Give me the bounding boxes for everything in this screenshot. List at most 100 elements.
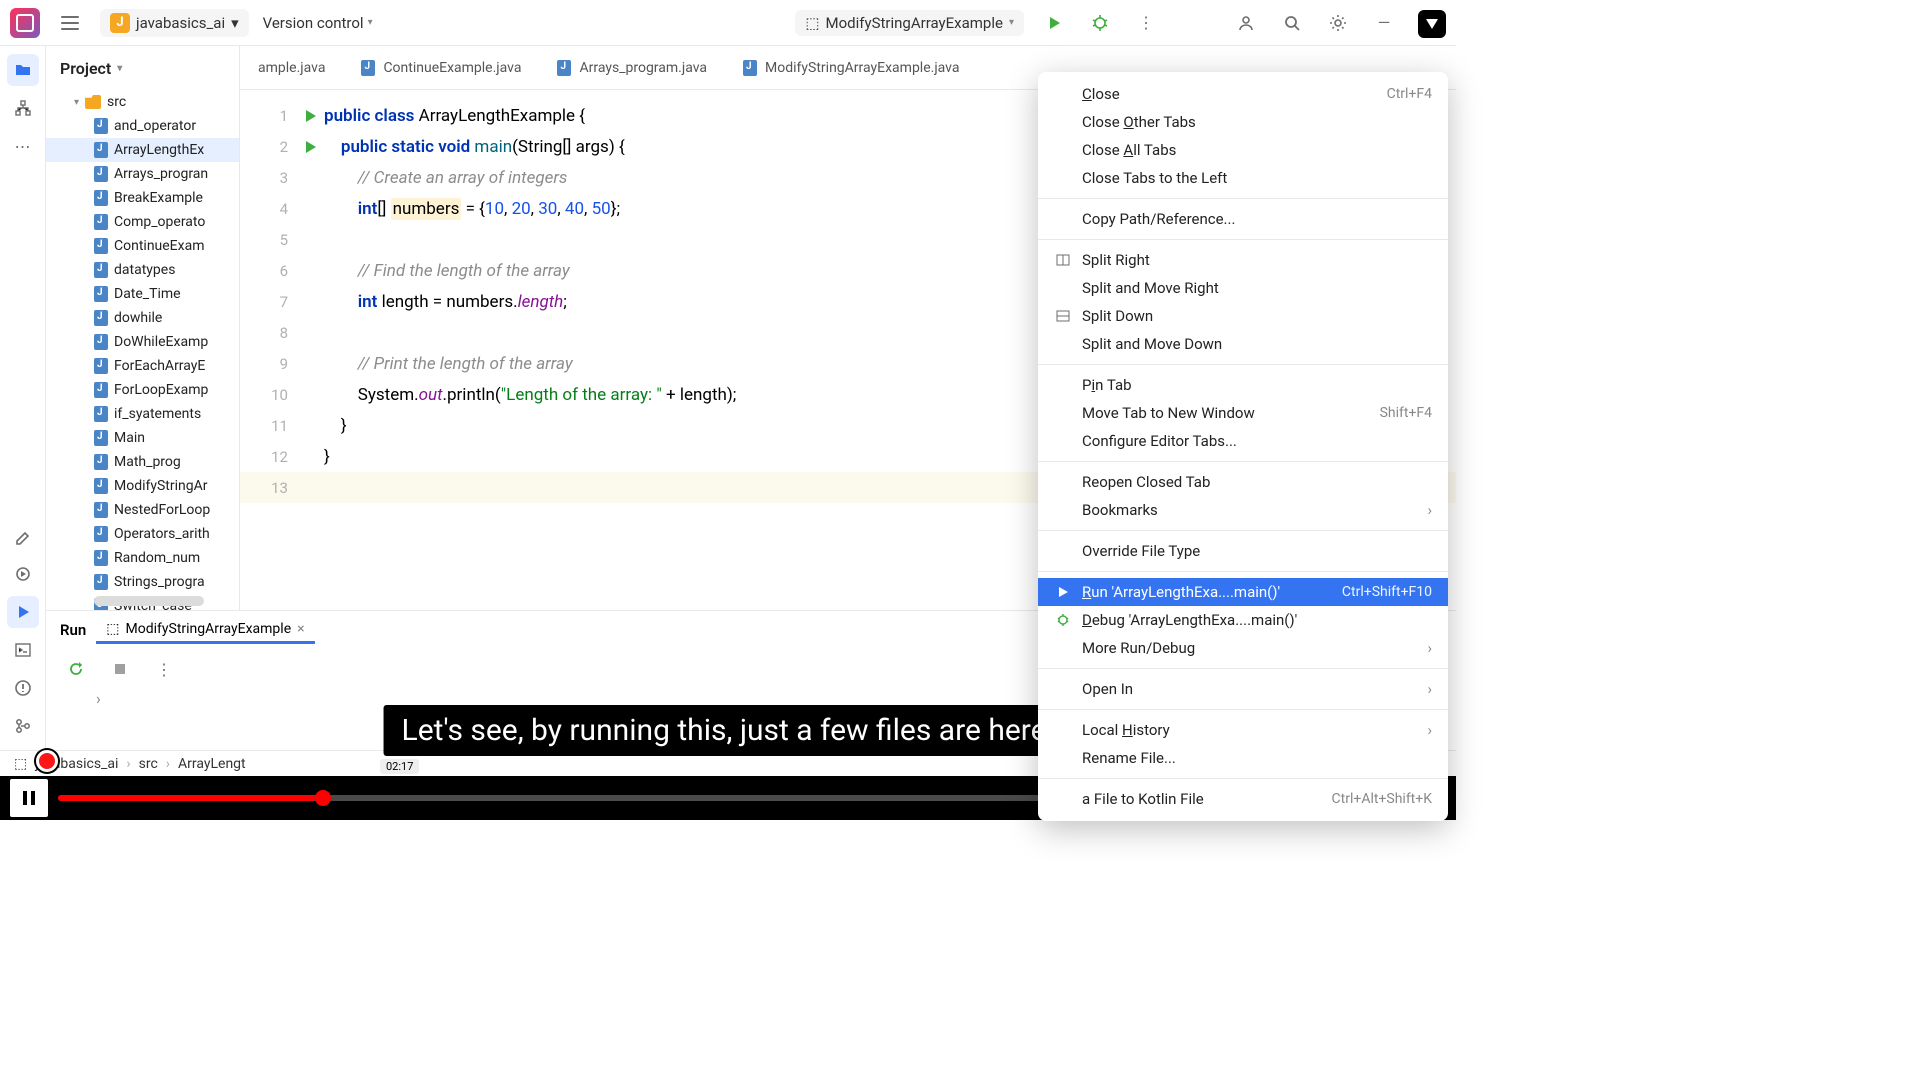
tree-label: ForLoopExamp [114, 382, 208, 398]
progress-knob[interactable] [315, 790, 331, 806]
ctx-split-down[interactable]: Split Down [1038, 302, 1448, 330]
project-panel-header[interactable]: Project ▾ [46, 46, 239, 90]
ctx-pin-tab[interactable]: Pin Tab [1038, 371, 1448, 399]
editor-tab[interactable]: ContinueExample.java [343, 46, 539, 89]
minimize-window-button[interactable]: — [1368, 7, 1400, 39]
editor-tab[interactable]: Arrays_program.java [539, 46, 725, 89]
ctx-close-all[interactable]: Close All Tabs [1038, 136, 1448, 164]
tree-file[interactable]: ContinueExam [46, 234, 239, 258]
recording-indicator-icon [36, 750, 58, 772]
editor-tab[interactable]: ModifyStringArrayExample.java [725, 46, 977, 89]
tree-file[interactable]: Comp_operato [46, 210, 239, 234]
project-tool-button[interactable] [7, 54, 39, 86]
ctx-split-move-right[interactable]: Split and Move Right [1038, 274, 1448, 302]
tree-file[interactable]: if_syatements [46, 402, 239, 426]
ctx-split-move-down[interactable]: Split and Move Down [1038, 330, 1448, 358]
ctx-reopen[interactable]: Reopen Closed Tab [1038, 468, 1448, 496]
rerun-button[interactable] [60, 653, 92, 685]
breadcrumb-item[interactable]: src [139, 756, 158, 772]
tree-file[interactable]: Operators_arith [46, 522, 239, 546]
breadcrumb-item[interactable]: ArrayLengt [178, 756, 246, 772]
run-button[interactable] [1038, 7, 1070, 39]
more-tool-button[interactable]: ⋯ [7, 130, 39, 162]
ctx-close[interactable]: CloseCtrl+F4 [1038, 80, 1448, 108]
tree-file[interactable]: Main [46, 426, 239, 450]
main-menu-button[interactable] [54, 7, 86, 39]
build-tool-button[interactable] [7, 520, 39, 552]
ctx-copy-path[interactable]: Copy Path/Reference... [1038, 205, 1448, 233]
tree-file[interactable]: dowhile [46, 306, 239, 330]
project-selector[interactable]: J javabasics_ai ▾ [100, 9, 249, 37]
ctx-convert-kotlin[interactable]: a File to Kotlin FileCtrl+Alt+Shift+K [1038, 785, 1448, 813]
settings-icon[interactable] [1322, 7, 1354, 39]
ctx-close-left[interactable]: Close Tabs to the Left [1038, 164, 1448, 192]
tree-file[interactable]: BreakExample [46, 186, 239, 210]
line-number: 6 [240, 262, 296, 280]
expand-output-button[interactable]: › [96, 689, 101, 708]
ctx-open-in[interactable]: Open In› [1038, 675, 1448, 703]
tree-file[interactable]: Math_prog [46, 450, 239, 474]
tree-file[interactable]: Strings_progra [46, 570, 239, 594]
tree-file[interactable]: Date_Time [46, 282, 239, 306]
tree-file[interactable]: ArrayLengthEx [46, 138, 239, 162]
tree-file[interactable]: Arrays_progran [46, 162, 239, 186]
debug-button[interactable] [1084, 7, 1116, 39]
ctx-move-tab[interactable]: Move Tab to New WindowShift+F4 [1038, 399, 1448, 427]
tab-context-menu: CloseCtrl+F4 Close Other Tabs Close All … [1038, 72, 1448, 821]
pause-button[interactable] [10, 779, 48, 817]
code-with-me-icon[interactable] [1230, 7, 1262, 39]
ctx-split-right[interactable]: Split Right [1038, 246, 1448, 274]
search-icon[interactable] [1276, 7, 1308, 39]
close-icon[interactable]: × [297, 621, 304, 637]
editor-tab[interactable]: ample.java [240, 46, 343, 89]
run-config-label: ModifyStringArrayExample [826, 14, 1003, 32]
ctx-run-main[interactable]: Run 'ArrayLengthExa....main()'Ctrl+Shift… [1038, 578, 1448, 606]
more-run-options[interactable]: ⋮ [148, 653, 180, 685]
java-file-icon [557, 60, 571, 76]
line-number: 7 [240, 293, 296, 311]
tree-folder-src[interactable]: ▾src [46, 90, 239, 114]
tree-file[interactable]: ForEachArrayE [46, 354, 239, 378]
video-caption: Let's see, by running this, just a few f… [384, 705, 1073, 756]
tree-file[interactable]: datatypes [46, 258, 239, 282]
chevron-right-icon: › [1427, 680, 1432, 698]
run-config-selector[interactable]: ⬚ ModifyStringArrayExample ▾ [795, 10, 1024, 36]
tree-label: Comp_operato [114, 214, 205, 230]
tree-label: ForEachArrayE [114, 358, 205, 374]
tree-file[interactable]: NestedForLoop [46, 498, 239, 522]
terminal-tool-button[interactable] [7, 634, 39, 666]
problems-tool-button[interactable] [7, 672, 39, 704]
ctx-rename-file[interactable]: Rename File... [1038, 744, 1448, 772]
vcs-tool-button[interactable] [7, 710, 39, 742]
horizontal-scrollbar[interactable] [94, 596, 204, 606]
ctx-configure-tabs[interactable]: Configure Editor Tabs... [1038, 427, 1448, 455]
ctx-override-file-type[interactable]: Override File Type [1038, 537, 1448, 565]
more-actions-button[interactable]: ⋮ [1130, 7, 1162, 39]
run-gutter-icon[interactable] [296, 140, 324, 154]
tree-file[interactable]: and_operator [46, 114, 239, 138]
tree-file[interactable]: Random_num [46, 546, 239, 570]
ctx-local-history[interactable]: Local History› [1038, 716, 1448, 744]
tree-file[interactable]: DoWhileExamp [46, 330, 239, 354]
tab-label: Arrays_program.java [579, 60, 707, 76]
ctx-close-other[interactable]: Close Other Tabs [1038, 108, 1448, 136]
structure-tool-button[interactable] [7, 92, 39, 124]
tree-label: Strings_progra [114, 574, 205, 590]
run-tab[interactable]: ⬚ModifyStringArrayExample× [96, 617, 314, 644]
tree-file[interactable]: ForLoopExamp [46, 378, 239, 402]
download-badge-icon[interactable] [1418, 10, 1446, 38]
stop-button[interactable] [104, 653, 136, 685]
ctx-debug-main[interactable]: Debug 'ArrayLengthExa....main()' [1038, 606, 1448, 634]
ctx-more-run-debug[interactable]: More Run/Debug› [1038, 634, 1448, 662]
run-tool-button[interactable] [7, 596, 39, 628]
tree-file[interactable]: ModifyStringAr [46, 474, 239, 498]
java-file-icon [94, 478, 108, 494]
java-file-icon [94, 430, 108, 446]
run-gutter-icon[interactable] [296, 109, 324, 123]
version-control-menu[interactable]: Version control ▾ [263, 14, 373, 32]
ctx-bookmarks[interactable]: Bookmarks› [1038, 496, 1448, 524]
tree-label: ContinueExam [114, 238, 204, 254]
services-tool-button[interactable] [7, 558, 39, 590]
java-file-icon [361, 60, 375, 76]
project-name-label: javabasics_ai [136, 14, 225, 32]
